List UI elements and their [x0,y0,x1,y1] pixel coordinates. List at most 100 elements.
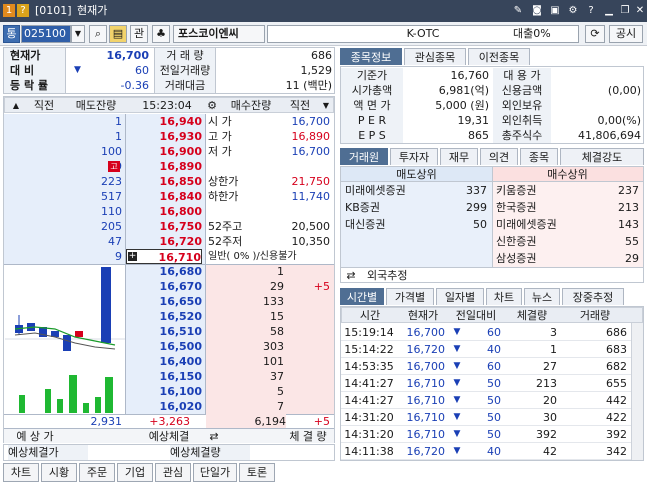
title-bar: 1 ? [0101] 현재가 ✎ ◙ ▣ ⚙ ? ▁ ❐ ✕ [0,0,647,22]
disclosure-button[interactable]: 공시 [609,25,643,43]
tab-investor[interactable]: 투자자 [390,148,438,165]
help-window-icon[interactable]: ? [585,4,597,17]
tab-news[interactable]: 뉴스 [524,288,560,305]
expected-fill-label: 예상체결 [148,430,190,443]
bid-price[interactable]: 16,150 [126,369,202,384]
bid-qty: 101 [263,355,284,368]
bid-price[interactable]: 16,650 [126,294,202,309]
scroll-down-icon[interactable]: ▼ [319,98,333,113]
tick-volume: 686 [606,326,627,339]
order-book-header: ▲ 직전 매도잔량 15:23:04 ⚙ 매수잔량 직전 ▼ [4,97,334,113]
ask-price[interactable]: 16,800 [126,204,202,219]
bottom-tab-1[interactable]: 시황 [41,463,77,482]
bid-price[interactable]: 16,400 [126,354,202,369]
expected-row: 예 상 가 예상체결 ⇄ 체 결 량 [4,428,334,443]
bottom-tab-3[interactable]: 기업 [117,463,153,482]
watchlist-button[interactable]: 관 [130,25,148,43]
pin-icon[interactable]: ▣ [549,4,561,17]
camera-icon[interactable]: ◙ [531,4,543,17]
tab-watchlist[interactable]: 관심종목 [404,48,466,65]
bid-qty: 15 [270,310,284,323]
bid-price[interactable]: 16,510 [126,324,202,339]
tab-finance[interactable]: 재무 [440,148,478,165]
down-arrow-icon: ▼ [453,361,461,371]
tab-stock[interactable]: 종목 [520,148,558,165]
tab-chart[interactable]: 차트 [486,288,522,305]
bid-price[interactable]: 16,500 [126,339,202,354]
buy-broker-name: 미래에셋증권 [496,218,557,231]
tab-previous[interactable]: 이전종목 [468,48,530,65]
ask-price[interactable]: 16,850 [126,174,202,189]
folder-icon[interactable]: ▤ [109,25,127,43]
tab-by-time[interactable]: 시간별 [340,288,384,305]
ask-price[interactable]: 16,940 [126,114,202,129]
tab-broker[interactable]: 거래원 [340,148,388,165]
bid-price[interactable]: 16,680 [126,264,202,279]
ask-price[interactable]: 16,930 [126,129,202,144]
bottom-tab-6[interactable]: 토론 [239,463,275,482]
ask-price[interactable]: 16,840 [126,189,202,204]
down-arrow-icon: ▼ [453,344,461,354]
stock-code-input[interactable]: 025100 [21,25,71,43]
tick-price: 16,710 [406,428,446,441]
tick-row: 15:19:14 16,700 ▼ 60 3 686 [341,324,631,341]
tick-volume: 392 [606,428,627,441]
tab-by-price[interactable]: 가격별 [386,288,434,305]
plus-icon[interactable]: + [128,252,137,261]
prev-bid-header: 직전 [289,99,311,112]
minimize-icon[interactable]: ▁ [603,4,615,17]
bottom-tab-2[interactable]: 주문 [79,463,115,482]
bid-price[interactable]: 16,020 [126,399,202,414]
edit-icon[interactable]: ✎ [512,4,524,17]
screen-code: [0101] [35,4,72,17]
help-icon[interactable]: ? [17,4,29,17]
settings-gear-icon[interactable]: ⚙ [205,98,219,113]
tab-intraday-estimate[interactable]: 장중추정 [562,288,624,305]
tab-strength[interactable]: 체결강도 [560,148,644,165]
bottom-tab-4[interactable]: 관심 [155,463,191,482]
tick-time: 14:31:20 [344,428,394,441]
tick-scrollbar[interactable] [631,323,643,460]
stock-name-field[interactable]: 포스코이엔씨 [173,25,265,43]
down-arrow-icon: ▼ [453,429,461,439]
swap-icon[interactable]: ⇄ [343,268,359,283]
ask-info-value: 16,890 [291,130,331,143]
scroll-up-icon[interactable]: ▲ [9,98,23,113]
restore-icon[interactable]: ❐ [619,4,631,17]
ask-price[interactable]: 16,720 [126,234,202,249]
tab-opinion[interactable]: 의견 [480,148,518,165]
search-icon[interactable]: ⌕ [89,25,107,43]
ask-price[interactable]: 16,750 [126,219,202,234]
settings-icon[interactable]: ⚙ [567,4,579,17]
ask-price[interactable]: 16,890 [126,159,202,174]
info-label-2: 외인보유 [493,98,551,113]
tab-by-day[interactable]: 일자별 [436,288,484,305]
tick-change: 40 [487,445,501,458]
foreign-row: ⇄ 외국추정 [341,267,643,282]
ask-price[interactable]: 16,710 [126,249,202,264]
expected-volume-caption: 예상체결량 [170,445,250,460]
tick-qty: 3 [550,326,557,339]
ask-info-label: 저 가 [208,145,232,158]
search-mode-button[interactable]: 통 [3,25,20,43]
ask-info-value: 10,350 [291,235,331,248]
bottom-tab-0[interactable]: 차트 [3,463,39,482]
bottom-tab-5[interactable]: 단일가 [193,463,237,482]
ask-qty-header: 매도잔량 [75,99,117,112]
close-icon[interactable]: ✕ [634,4,646,17]
buy-broker-name: 신한증권 [496,235,537,248]
bid-price[interactable]: 16,520 [126,309,202,324]
ask-price[interactable]: 16,900 [126,144,202,159]
alert-icon[interactable]: ♣ [152,25,170,43]
bid-price[interactable]: 16,670 [126,279,202,294]
high-mark-icon: 고 [108,161,120,172]
toggle-icon[interactable]: ⇄ [206,429,222,444]
candlesticks [15,267,111,351]
tick-qty: 27 [543,360,557,373]
bid-price[interactable]: 16,100 [126,384,202,399]
tick-table: 시간 현재가 전일대비 체결량 거래량 15:19:14 16,700 ▼ 60 3 68… [340,306,644,461]
refresh-icon[interactable]: ⟳ [585,25,605,43]
amount-label: 거래대금 [164,79,206,92]
tab-stock-info[interactable]: 종목정보 [340,48,402,65]
code-dropdown-button[interactable]: ▼ [71,25,85,43]
